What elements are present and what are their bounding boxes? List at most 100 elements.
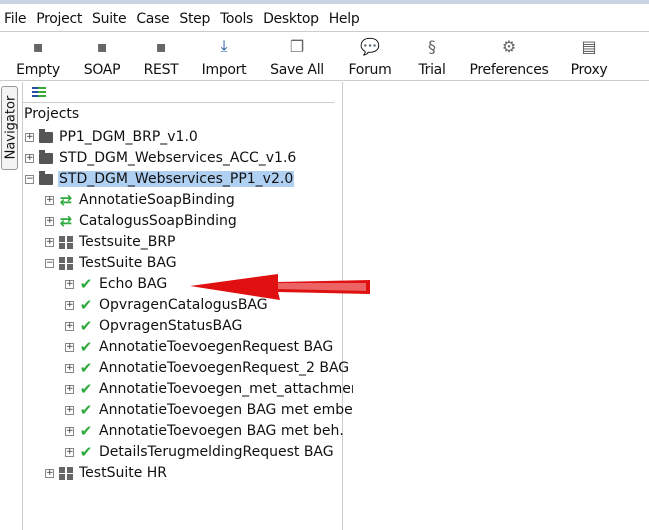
tree-node-label: TestSuite BAG xyxy=(79,255,177,271)
tree-node-label: TestSuite HR xyxy=(79,465,168,481)
expand-toggle[interactable]: + xyxy=(65,321,74,331)
tree-node-case[interactable]: + ✔ AnnotatieToevoegenRequest_2 BAG xyxy=(65,358,350,378)
tree-node-label: AnnotatieToevoegenRequest_2 BAG xyxy=(99,360,350,376)
testsuite-icon xyxy=(59,466,73,480)
menu-bar: File Project Suite Case Step Tools Desktop Help xyxy=(0,6,649,32)
interface-icon: ⇄ xyxy=(59,212,73,230)
toolbar-button-proxy[interactable]: ▤ Proxy xyxy=(549,33,629,81)
expand-toggle[interactable]: + xyxy=(25,132,34,142)
tree-node-case[interactable]: + ✔ AnnotatieToevoegen BAG met beh. xyxy=(65,421,345,441)
tree-node-case[interactable]: + ✔ AnnotatieToevoegen_met_attachment xyxy=(65,379,353,399)
check-icon: ✔ xyxy=(79,296,93,314)
toolbar-label: Import xyxy=(201,62,247,78)
toolbar-label: Empty xyxy=(16,62,60,78)
toolbar: ▪ Empty ▪ SOAP ▪ REST ⤓ Import ❐ Save All 💬 Forum § T… xyxy=(0,33,649,81)
soap-icon: ▪ xyxy=(96,36,108,56)
tree-node-label: OpvragenStatusBAG xyxy=(99,318,243,334)
tree-node-label: PP1_DGM_BRP_v1.0 xyxy=(59,129,198,145)
tree-node-suite[interactable]: − TestSuite BAG xyxy=(45,253,178,273)
menu-help[interactable]: Help xyxy=(325,11,366,27)
tree-node-suite[interactable]: + TestSuite HR xyxy=(45,463,168,483)
tree-node-label: STD_DGM_Webservices_PP1_v2.0 xyxy=(58,171,295,187)
menu-case[interactable]: Case xyxy=(132,11,175,27)
gear-icon: ⚙ xyxy=(501,36,517,56)
tree-node-label: Echo BAG xyxy=(99,276,168,292)
testsuite-icon xyxy=(59,235,73,249)
expand-toggle[interactable]: + xyxy=(65,300,74,310)
testsuite-icon xyxy=(59,256,73,270)
menu-project[interactable]: Project xyxy=(32,11,88,27)
tree-node-suite[interactable]: + Testsuite_BRP xyxy=(45,232,177,252)
menu-tools[interactable]: Tools xyxy=(216,11,259,27)
tree-node-project[interactable]: + PP1_DGM_BRP_v1.0 xyxy=(25,127,199,147)
trial-icon: § xyxy=(428,36,436,56)
tree-node-label: AnnotatieToevoegen BAG met embedded xyxy=(99,402,353,418)
expand-toggle[interactable]: + xyxy=(65,363,74,373)
navigator-panel: Projects + PP1_DGM_BRP_v1.0 + STD_DGM_Webse… xyxy=(22,82,353,530)
import-icon: ⤓ xyxy=(220,36,228,55)
expand-toggle[interactable]: + xyxy=(65,447,74,457)
tree-node-interface[interactable]: + ⇄ CatalogusSoapBinding xyxy=(45,211,238,231)
window-top-border xyxy=(0,0,649,4)
expand-toggle[interactable]: + xyxy=(25,153,34,163)
forum-icon: 💬 xyxy=(360,36,380,56)
tree-node-case[interactable]: + ✔ AnnotatieToevoegen BAG met embedded xyxy=(65,400,353,420)
tree-node-label: DetailsTerugmeldingRequest BAG xyxy=(99,444,334,460)
tree-node-case[interactable]: + ✔ OpvragenStatusBAG xyxy=(65,316,243,336)
tree-node-label: AnnotatieToevoegenRequest BAG xyxy=(99,339,334,355)
tree-node-label: Testsuite_BRP xyxy=(79,234,176,250)
red-annotation-arrow xyxy=(190,274,370,300)
collapse-toggle[interactable]: − xyxy=(25,174,34,184)
check-icon: ✔ xyxy=(79,380,93,398)
menu-step[interactable]: Step xyxy=(175,11,216,27)
interface-icon: ⇄ xyxy=(59,191,73,209)
expand-toggle[interactable]: + xyxy=(45,237,54,247)
check-icon: ✔ xyxy=(79,359,93,377)
menu-desktop[interactable]: Desktop xyxy=(259,11,325,27)
toolbar-button-save-all[interactable]: ❐ Save All xyxy=(257,33,337,81)
tree-node-case[interactable]: + ✔ AnnotatieToevoegenRequest BAG xyxy=(65,337,334,357)
tree-node-label: AnnotatieToevoegen BAG met beh. xyxy=(99,423,344,439)
toolbar-button-trial[interactable]: § Trial xyxy=(392,33,472,81)
check-icon: ✔ xyxy=(79,401,93,419)
expand-toggle[interactable]: + xyxy=(45,195,54,205)
tree-node-case[interactable]: + ✔ Echo BAG xyxy=(65,274,168,294)
toolbar-label: SOAP xyxy=(83,62,121,78)
toolbar-label: Proxy xyxy=(570,62,608,78)
tree-node-label: AnnotatieSoapBinding xyxy=(79,192,235,208)
tree-node-label: STD_DGM_Webservices_ACC_v1.6 xyxy=(59,150,297,166)
tree-node-interface[interactable]: + ⇄ AnnotatieSoapBinding xyxy=(45,190,236,210)
expand-toggle[interactable]: + xyxy=(65,426,74,436)
toolbar-label: Trial xyxy=(418,62,446,78)
tree-node-label: CatalogusSoapBinding xyxy=(79,213,237,229)
menu-suite[interactable]: Suite xyxy=(88,11,132,27)
tree-node-label: AnnotatieToevoegen_met_attachment xyxy=(99,381,353,397)
expand-toggle[interactable]: + xyxy=(65,405,74,415)
save-all-icon: ❐ xyxy=(289,36,305,56)
rest-icon: ▪ xyxy=(155,36,167,56)
folder-icon xyxy=(39,128,53,143)
navigator-tab[interactable]: Navigator xyxy=(1,86,19,170)
check-icon: ✔ xyxy=(79,317,93,335)
collapse-toggle[interactable]: − xyxy=(45,258,54,268)
expand-toggle[interactable]: + xyxy=(65,384,74,394)
tree-node-case[interactable]: + ✔ DetailsTerugmeldingRequest BAG xyxy=(65,442,335,462)
expand-toggle[interactable]: + xyxy=(65,279,74,289)
toolbar-label: Preferences xyxy=(469,62,549,78)
check-icon: ✔ xyxy=(79,422,93,440)
check-icon: ✔ xyxy=(79,443,93,461)
expand-toggle[interactable]: + xyxy=(45,216,54,226)
toolbar-label: Forum xyxy=(348,62,392,78)
navigator-tab-label: Navigator xyxy=(3,95,19,160)
toolbar-label: REST xyxy=(143,62,179,78)
empty-project-icon: ▪ xyxy=(32,36,44,56)
toolbar-button-import[interactable]: ⤓ Import xyxy=(184,33,264,81)
menu-file[interactable]: File xyxy=(0,11,32,27)
expand-toggle[interactable]: + xyxy=(65,342,74,352)
tree-node-project[interactable]: + STD_DGM_Webservices_ACC_v1.6 xyxy=(25,148,297,168)
folder-icon xyxy=(39,170,53,185)
expand-toggle[interactable]: + xyxy=(45,468,54,478)
toolbar-button-preferences[interactable]: ⚙ Preferences xyxy=(469,33,549,81)
toolbar-label: Save All xyxy=(270,62,324,78)
tree-node-project[interactable]: − STD_DGM_Webservices_PP1_v2.0 xyxy=(25,169,295,189)
